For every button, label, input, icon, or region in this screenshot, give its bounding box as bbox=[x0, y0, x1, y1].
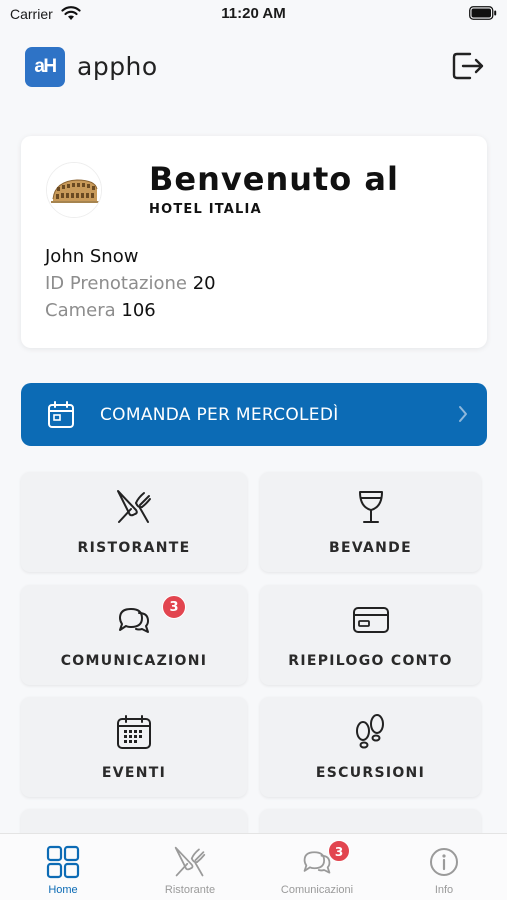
tile-label: RIEPILOGO CONTO bbox=[288, 653, 453, 669]
wine-glass-icon bbox=[358, 491, 383, 523]
tile-label: RISTORANTE bbox=[77, 540, 191, 556]
chevron-right-icon bbox=[459, 406, 467, 422]
tab-info[interactable]: Info bbox=[381, 834, 507, 900]
hotel-avatar bbox=[46, 162, 102, 218]
app-logo: aH bbox=[25, 47, 65, 87]
cutlery-icon bbox=[174, 846, 206, 877]
tile-label: EVENTI bbox=[101, 765, 167, 781]
order-button[interactable]: COMANDA PER MERCOLEDÌ bbox=[21, 383, 487, 446]
tab-label: Info bbox=[434, 884, 454, 896]
notification-badge: 3 bbox=[162, 595, 186, 619]
battery-icon bbox=[469, 6, 497, 20]
tile-label: BEVANDE bbox=[329, 540, 412, 556]
tile-label: COMUNICAZIONI bbox=[60, 653, 208, 669]
tab-bar: Home Ristorante 3 Comunicazioni Info bbox=[0, 833, 507, 900]
order-button-label: COMANDA PER MERCOLEDÌ bbox=[100, 405, 339, 425]
tile-ristorante[interactable]: RISTORANTE bbox=[21, 472, 247, 572]
info-icon bbox=[430, 848, 458, 876]
notification-badge: 3 bbox=[328, 840, 350, 862]
room-number: 106 bbox=[121, 300, 156, 321]
calendar-icon bbox=[117, 715, 151, 749]
cutlery-icon bbox=[117, 490, 151, 523]
room-row: Camera 106 bbox=[45, 300, 156, 321]
app-name: appho bbox=[77, 52, 158, 81]
tab-home[interactable]: Home bbox=[0, 834, 126, 900]
tile-label: ESCURSIONI bbox=[315, 765, 426, 781]
calendar-icon bbox=[48, 401, 74, 428]
tile-escursioni[interactable]: ESCURSIONI bbox=[260, 697, 481, 797]
credit-card-icon bbox=[352, 607, 389, 633]
footprints-icon bbox=[355, 714, 384, 749]
welcome-card: Benvenuto al HOTEL ITALIA John Snow ID P… bbox=[21, 136, 487, 348]
welcome-title: Benvenuto al bbox=[149, 160, 399, 198]
booking-id-row: ID Prenotazione 20 bbox=[45, 273, 216, 294]
app-header: aH appho bbox=[0, 44, 507, 92]
chat-icon bbox=[119, 608, 149, 633]
hotel-name: HOTEL ITALIA bbox=[149, 202, 262, 217]
tab-label: Ristorante bbox=[164, 884, 216, 896]
booking-id-label: ID Prenotazione bbox=[45, 273, 187, 294]
tab-comunicazioni[interactable]: 3 Comunicazioni bbox=[254, 834, 380, 900]
tile-riepilogo-conto[interactable]: RIEPILOGO CONTO bbox=[260, 585, 481, 685]
tab-ristorante[interactable]: Ristorante bbox=[127, 834, 253, 900]
logout-icon[interactable] bbox=[451, 50, 485, 82]
status-time: 11:20 AM bbox=[221, 5, 286, 22]
grid-icon bbox=[46, 845, 80, 879]
guest-name: John Snow bbox=[45, 246, 139, 267]
status-bar: Carrier 11:20 AM bbox=[0, 0, 507, 30]
room-label: Camera bbox=[45, 300, 116, 321]
tile-eventi[interactable]: EVENTI bbox=[21, 697, 247, 797]
tile-comunicazioni[interactable]: 3 COMUNICAZIONI bbox=[21, 585, 247, 685]
tab-label: Home bbox=[48, 884, 78, 896]
tab-label: Comunicazioni bbox=[280, 884, 354, 896]
booking-id-value: 20 bbox=[192, 273, 216, 294]
colosseum-icon bbox=[47, 163, 101, 217]
tile-bevande[interactable]: BEVANDE bbox=[260, 472, 481, 572]
